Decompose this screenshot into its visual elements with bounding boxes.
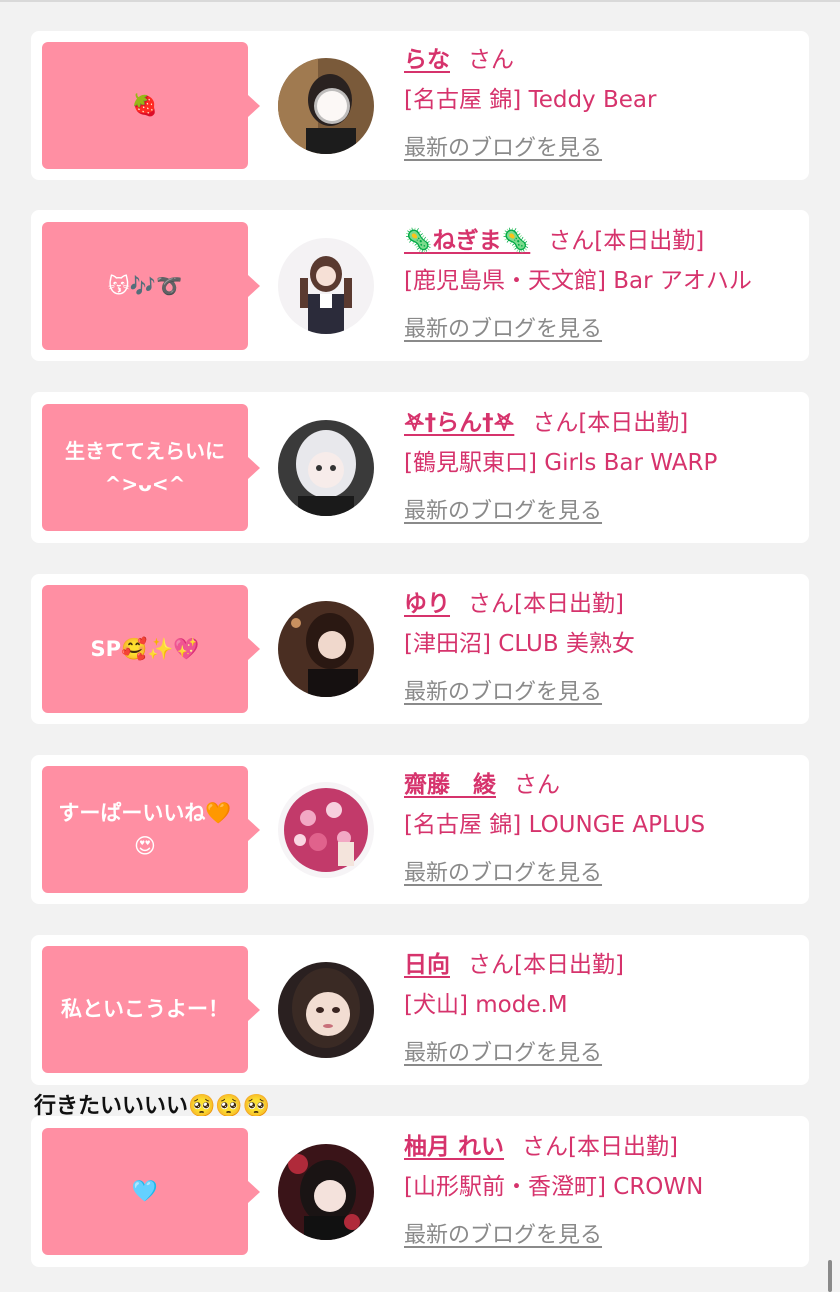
latest-blog-link[interactable]: 最新のブログを見る bbox=[404, 677, 602, 709]
cast-name-link[interactable]: 柚月 れい bbox=[404, 1134, 504, 1160]
honorific: さん bbox=[468, 591, 514, 617]
cast-card: 🩵 柚月 れい さん[本日出勤] [山形駅前・香澄町] CROWN 最新のブログを… bbox=[31, 1116, 809, 1267]
honorific: さん bbox=[468, 47, 514, 73]
work-status: [本日出勤] bbox=[514, 952, 624, 978]
store-name: [鶴見駅東口] Girls Bar WARP bbox=[404, 450, 718, 476]
store-name: [名古屋 錦] LOUNGE APLUS bbox=[404, 812, 706, 838]
cast-name-line: 日向 さん[本日出勤] bbox=[404, 948, 799, 982]
cast-card: 🍓 らな さん [名古屋 錦] Teddy Bear 最新のブログを見る bbox=[31, 31, 809, 180]
cast-card: SP🥰✨💖 ゆり さん[本日出勤] [津田沼] CLUB 美熟女 最新のブログを見… bbox=[31, 574, 809, 724]
top-divider bbox=[0, 0, 840, 2]
cast-card: すーぱーいいね🧡 😍 齋藤 綾さん [名古屋 錦] LOUNGE APLUS 最… bbox=[31, 755, 809, 904]
scrollbar[interactable] bbox=[828, 1260, 832, 1292]
cast-name-line: 柚月 れい さん[本日出勤] bbox=[404, 1130, 799, 1164]
honorific: さん bbox=[548, 228, 595, 254]
message-bubble: すーぱーいいね🧡 😍 bbox=[42, 766, 260, 893]
cast-name-link[interactable]: 齋藤 綾 bbox=[404, 772, 496, 798]
cast-avatar[interactable] bbox=[278, 58, 374, 154]
honorific: さん bbox=[514, 772, 560, 798]
cast-avatar[interactable] bbox=[278, 782, 374, 878]
latest-blog-link[interactable]: 最新のブログを見る bbox=[404, 1038, 602, 1070]
latest-blog-link[interactable]: 最新のブログを見る bbox=[404, 858, 602, 890]
store-name: [犬山] mode.M bbox=[404, 992, 568, 1018]
cast-name-line: らな さん bbox=[404, 43, 799, 77]
cast-name-line: 🦠ねぎま🦠 さん[本日出勤] bbox=[404, 224, 799, 258]
cast-card: 私といこうよー！ 日向 さん[本日出勤] [犬山] mode.M 最新のブログを見… bbox=[31, 935, 809, 1085]
latest-blog-link[interactable]: 最新のブログを見る bbox=[404, 1220, 602, 1252]
work-status: [本日出勤] bbox=[514, 591, 624, 617]
store-name: [鹿児島県・天文館] Bar アオハル bbox=[404, 268, 752, 294]
store-name: [名古屋 錦] Teddy Bear bbox=[404, 87, 657, 113]
latest-blog-link[interactable]: 最新のブログを見る bbox=[404, 314, 602, 346]
work-status: [本日出勤] bbox=[568, 1134, 678, 1160]
cast-card: 😽🎶➰ 🦠ねぎま🦠 さん[本日出勤] [鹿児島県・天文館] Bar アオハル 最新… bbox=[31, 210, 809, 361]
latest-blog-link[interactable]: 最新のブログを見る bbox=[404, 496, 602, 528]
message-bubble: SP🥰✨💖 bbox=[42, 585, 260, 713]
message-bubble: 🩵 bbox=[42, 1128, 260, 1255]
cast-name-link[interactable]: ゆり bbox=[404, 591, 450, 617]
cast-avatar[interactable] bbox=[278, 1144, 374, 1240]
cast-name-line: 𖤐†らん†𖤐 さん[本日出勤] bbox=[404, 406, 799, 440]
message-bubble: 🍓 bbox=[42, 42, 260, 169]
cast-avatar[interactable] bbox=[278, 601, 374, 697]
latest-blog-link[interactable]: 最新のブログを見る bbox=[404, 133, 602, 165]
cast-name-link[interactable]: 🦠ねぎま🦠 bbox=[404, 228, 530, 254]
cast-avatar[interactable] bbox=[278, 420, 374, 516]
cast-name-link[interactable]: 𖤐†らん†𖤐 bbox=[404, 410, 514, 436]
cast-avatar[interactable] bbox=[278, 238, 374, 334]
cast-card: 生きててえらいに ^>ᴗ<^ 𖤐†らん†𖤐 さん[本日出勤] [鶴見駅東口] Gi… bbox=[31, 392, 809, 543]
honorific: さん bbox=[532, 410, 579, 436]
honorific: さん bbox=[522, 1134, 569, 1160]
honorific: さん bbox=[468, 952, 514, 978]
message-bubble: 😽🎶➰ bbox=[42, 222, 260, 350]
cast-avatar[interactable] bbox=[278, 962, 374, 1058]
store-name: [津田沼] CLUB 美熟女 bbox=[404, 631, 635, 657]
cast-name-link[interactable]: 日向 bbox=[404, 952, 450, 978]
message-bubble: 私といこうよー！ bbox=[42, 946, 260, 1073]
work-status: [本日出勤] bbox=[578, 410, 689, 436]
message-bubble: 生きててえらいに ^>ᴗ<^ bbox=[42, 404, 260, 531]
store-name: [山形駅前・香澄町] CROWN bbox=[404, 1174, 704, 1200]
cast-name-line: 齋藤 綾さん bbox=[404, 768, 799, 802]
cast-name-line: ゆり さん[本日出勤] bbox=[404, 587, 799, 621]
cast-name-link[interactable]: らな bbox=[404, 47, 450, 73]
work-status: [本日出勤] bbox=[594, 228, 705, 254]
